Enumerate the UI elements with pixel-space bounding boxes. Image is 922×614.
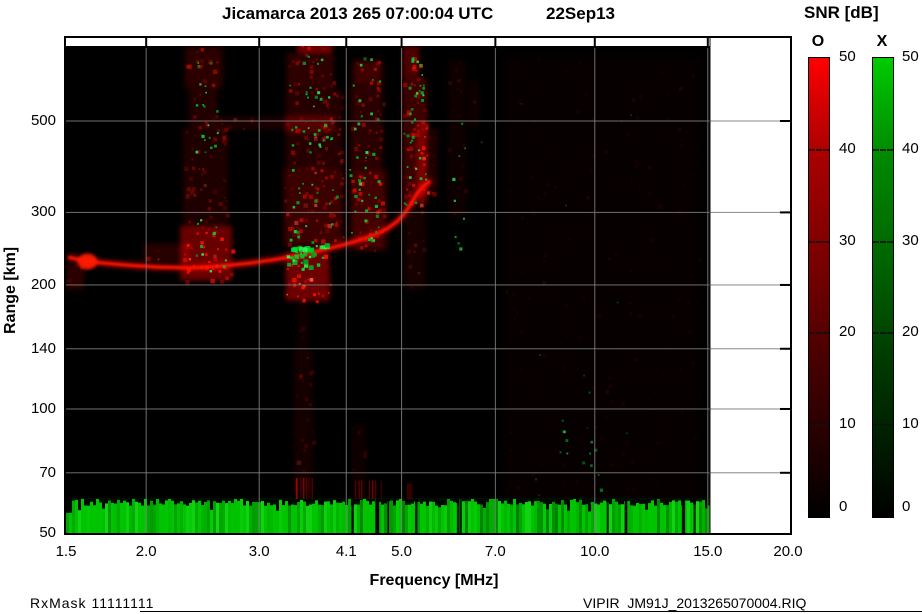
y-tick-label: 500: [30, 112, 56, 129]
x-tick-label: 4.1: [335, 543, 357, 560]
colorbar-tick-label-x: 30: [902, 231, 919, 249]
x-tick-label: 3.0: [248, 543, 270, 560]
ionogram-canvas: [66, 38, 790, 533]
colorbar-tick-dash: [873, 240, 893, 243]
ionogram-figure: Jicamarca 2013 265 07:00:04 UTC 22Sep13 …: [0, 0, 922, 614]
footer-rule: [140, 611, 922, 612]
colorbar-tick-dash: [873, 424, 893, 427]
colorbar-tick-label-o: 40: [839, 139, 856, 157]
plot-title: Jicamarca 2013 265 07:00:04 UTC: [222, 4, 494, 23]
y-tick-label: 300: [30, 203, 56, 221]
x-tick-label: 5.0: [391, 543, 412, 560]
footer-filename: VIPIR JM91J_2013265070004.RIQ: [583, 595, 807, 611]
colorbar-tick-dash: [809, 240, 829, 243]
x-tick-label: 7.0: [484, 543, 506, 560]
colorbar-tick-dash: [809, 424, 829, 427]
colorbar-tick-label-x: 20: [902, 323, 919, 341]
colorbar-tick-label-o: 20: [839, 323, 856, 341]
colorbar-tick-label-o: 50: [839, 48, 856, 65]
plot-date: 22Sep13: [546, 4, 615, 23]
y-tick-label: 140: [30, 339, 56, 357]
colorbar-tick-label-x: 10: [902, 415, 919, 433]
plot-area: [64, 36, 792, 535]
x-tick-label: 2.0: [135, 543, 157, 560]
colorbar-tick-label-x: 40: [902, 139, 919, 157]
x-tick-label: 20.0: [773, 543, 803, 560]
x-tick-label: 10.0: [580, 543, 610, 560]
colorbar-tick-label-o: 10: [839, 415, 856, 433]
x-tick-label: 15.0: [693, 543, 723, 560]
colorbar-tick-dash: [873, 148, 893, 151]
colorbar-tick-label-o: 30: [839, 231, 856, 249]
colorbar-tick-dash: [809, 332, 829, 335]
colorbar-tick-dash: [873, 332, 893, 335]
y-tick-label: 70: [39, 463, 56, 481]
colorbar-tick-dash: [809, 148, 829, 151]
y-tick-label: 50: [39, 524, 56, 541]
x-mode-label: X: [876, 33, 888, 50]
colorbar-tick-label-x: 0: [902, 498, 911, 515]
footer-rxmask: RxMask 11111111: [30, 595, 155, 611]
x-axis-title: Frequency [MHz]: [369, 572, 499, 589]
o-mode-label: O: [811, 33, 825, 50]
o-mode-colorbar: [808, 57, 830, 518]
colorbar-tick-label-o: 0: [839, 498, 848, 515]
x-mode-colorbar: [872, 57, 894, 518]
y-tick-label: 100: [30, 399, 56, 417]
snr-colorbar-title: SNR [dB]: [804, 3, 879, 22]
y-tick-label: 200: [30, 275, 56, 293]
colorbar-tick-label-x: 50: [902, 48, 919, 65]
x-tick-label: 1.5: [55, 543, 77, 560]
